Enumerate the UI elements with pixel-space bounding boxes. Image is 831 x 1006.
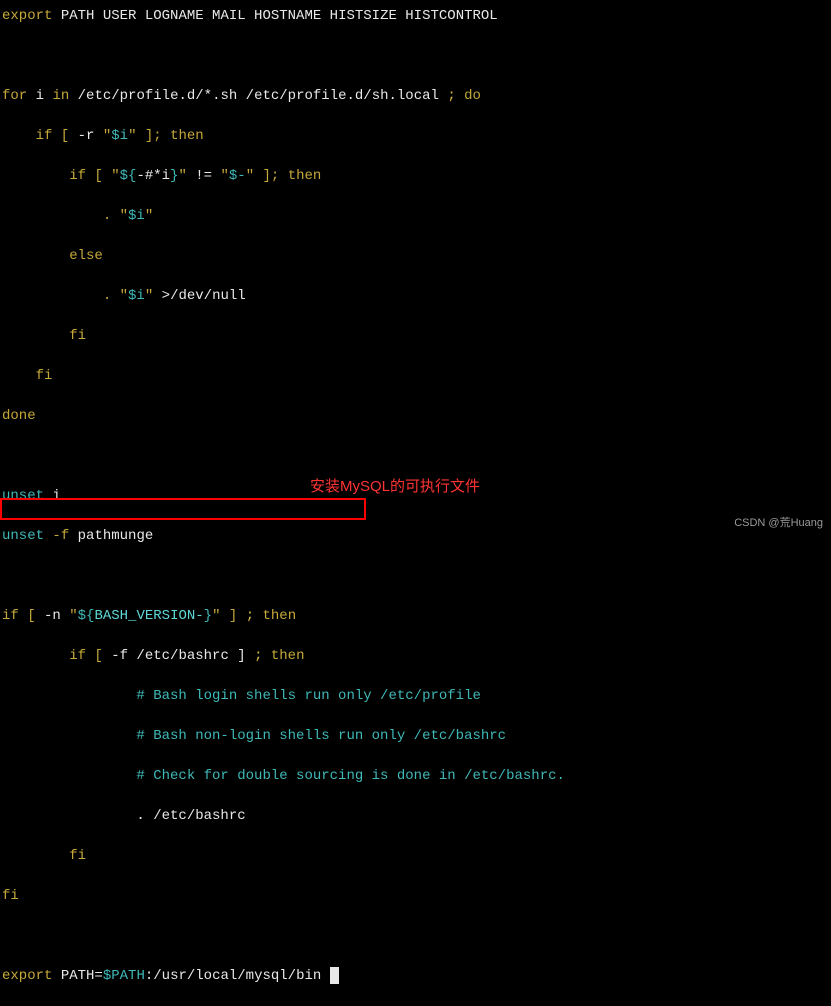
watermark: CSDN @荒Huang <box>734 513 823 533</box>
comment: # Check for double sourcing is done in /… <box>2 768 565 784</box>
keyword-else: else <box>2 248 103 264</box>
comment: # Bash login shells run only /etc/profil… <box>2 688 481 704</box>
var-i: $i <box>111 128 128 144</box>
cursor <box>330 967 339 984</box>
highlighted-export-line: export PATH=$PATH:/usr/local/mysql/bin <box>2 966 829 986</box>
keyword-in: in <box>52 88 69 104</box>
keyword-export: export <box>2 8 52 24</box>
keyword-fi: fi <box>2 328 86 344</box>
keyword-done: done <box>2 408 36 424</box>
keyword-unset: unset <box>2 488 44 504</box>
keyword-for: for <box>2 88 27 104</box>
annotation-text: 安装MySQL的可执行文件 <box>310 477 480 497</box>
comment: # Bash non-login shells run only /etc/ba… <box>2 728 506 744</box>
code-block: export PATH USER LOGNAME MAIL HOSTNAME H… <box>2 6 829 1006</box>
